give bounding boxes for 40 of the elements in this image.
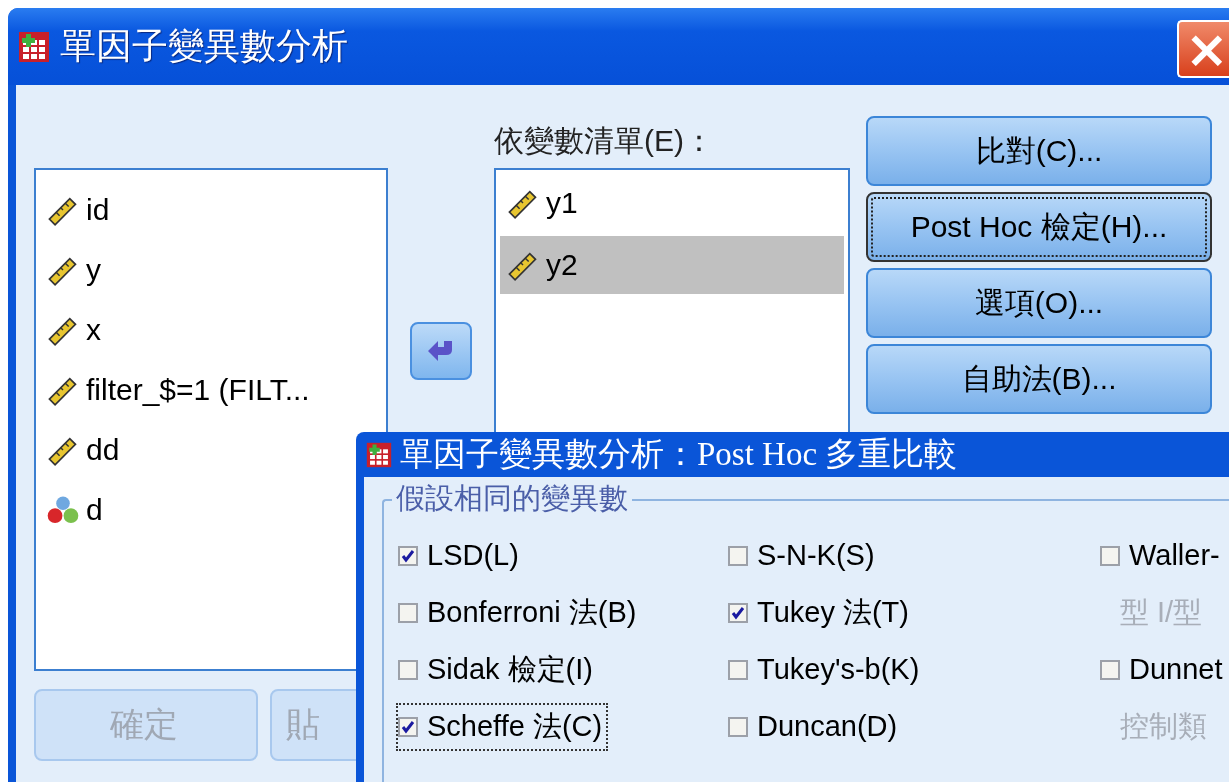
checkbox[interactable]: Scheffe 法(C) [396,702,609,751]
variable-item[interactable]: y2 [500,236,844,294]
checkbox[interactable]: Dunnet [1098,649,1229,690]
checkbox[interactable]: LSD(L) [396,535,525,576]
option-label: 型 I/型 [1119,594,1203,630]
dialog-title: 單因子變異數分析：Post Hoc 多重比較 [400,435,958,474]
variable-item[interactable]: dd [40,422,382,478]
checkbox[interactable]: Tukey 法(T) [726,588,915,637]
data-grid-icon [366,441,392,468]
move-button[interactable] [410,322,472,380]
variable-item[interactable]: x [40,302,382,358]
checkbox[interactable]: Sidak 檢定(I) [396,645,599,694]
checkbox-icon [728,602,748,623]
checkbox[interactable]: Bonferroni 法(B) [396,588,643,637]
data-grid-icon [18,30,50,63]
checkbox-icon [728,545,748,566]
window-title: 單因子變異數分析 [60,24,348,68]
checkbox[interactable]: Tukey's-b(K) [726,649,926,690]
checkbox[interactable]: S-N-K(S) [726,535,881,576]
checkbox-icon [398,659,418,680]
checkbox-icon [398,545,418,566]
checkbox-icon [1100,659,1120,680]
dialog-button[interactable]: Post Hoc 檢定(H)... [866,192,1212,262]
variable-item[interactable]: y1 [500,174,844,232]
dialog-button[interactable]: 選項(O)... [866,268,1212,338]
checkbox[interactable]: Waller- [1098,535,1226,576]
option-label: 控制類 [1119,708,1207,744]
checkbox-icon [728,659,748,680]
variable-item[interactable]: filter_$=1 (FILT... [40,362,382,418]
checkbox-icon [1100,545,1120,566]
variable-item[interactable]: id [40,182,382,238]
checkbox-icon [398,716,418,737]
checkbox[interactable]: Duncan(D) [726,706,904,747]
checkbox-icon [398,602,418,623]
dialog-button[interactable]: 比對(C)... [866,116,1212,186]
list-label: 依變數清單(E)： [494,123,715,159]
variable-item[interactable]: y [40,242,382,298]
variable-item[interactable]: d [40,482,382,538]
dialog-button[interactable]: 自助法(B)... [866,344,1212,414]
checkbox-icon [728,716,748,737]
